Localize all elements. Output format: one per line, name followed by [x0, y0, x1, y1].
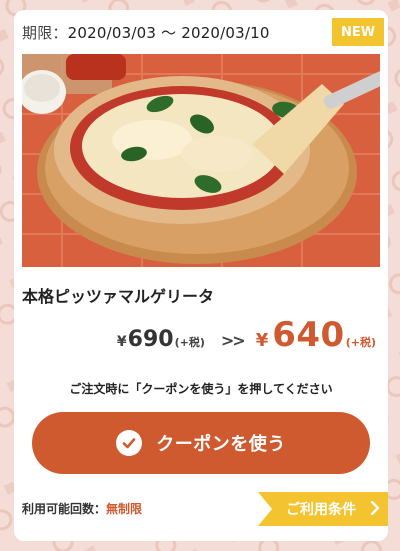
chevron-right-icon [370, 500, 380, 519]
coupon-title: 本格ピッツァマルゲリータ [22, 287, 215, 306]
new-price-tax: (+税) [345, 336, 376, 349]
coupon-card: 期限：2020/03/03 〜 2020/03/10 NEW 本格ピッツァマルゲ… [14, 10, 388, 541]
period-label: 期限： [22, 24, 68, 42]
usage-count: 利用可能回数：無制限 [22, 500, 142, 517]
old-price-tax: (+税) [174, 336, 205, 349]
terms-button[interactable]: ご利用条件 [258, 492, 388, 526]
use-coupon-label: クーポンを使う [156, 434, 286, 455]
terms-label: ご利用条件 [286, 502, 356, 518]
check-circle-icon [116, 430, 143, 456]
old-price-yen: ¥ [116, 334, 127, 350]
use-coupon-button[interactable]: クーポンを使う [32, 412, 370, 474]
price-row: ¥ 690 (+税) >> ¥ 640 (+税) [117, 315, 376, 355]
new-price: 640 [272, 315, 345, 355]
usage-label: 利用可能回数： [22, 502, 107, 516]
usage-value: 無制限 [106, 502, 143, 516]
old-price: 690 [127, 327, 174, 352]
period-dates: 2020/03/03 〜 2020/03/10 [67, 24, 270, 42]
new-badge: NEW [332, 18, 384, 46]
new-price-yen: ¥ [255, 330, 269, 351]
price-arrows: >> [220, 331, 246, 350]
coupon-period: 期限：2020/03/03 〜 2020/03/10 [22, 22, 270, 43]
usage-instruction: ご注文時に「クーポンを使う」を押してください [69, 382, 333, 396]
pizza-photo [22, 54, 380, 267]
